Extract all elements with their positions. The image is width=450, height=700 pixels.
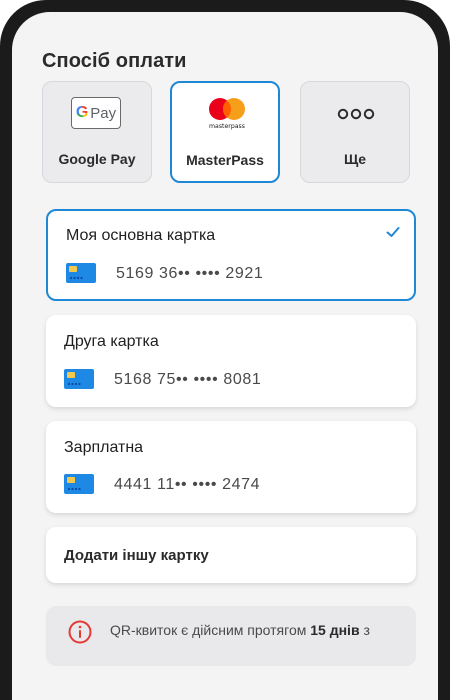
- card-item-main[interactable]: Моя основна картка 5169 36•• •••• 2921: [46, 209, 416, 301]
- google-pay-logo: G Pay: [71, 97, 121, 129]
- credit-card-icon: [66, 263, 96, 283]
- credit-card-icon: [64, 474, 94, 494]
- card-name: Моя основна картка: [66, 227, 216, 244]
- info-icon: [68, 620, 92, 644]
- more-dots-icon: [337, 108, 375, 120]
- payment-method-label: MasterPass: [186, 152, 264, 168]
- add-card-label: Додати іншу картку: [64, 547, 209, 564]
- payment-method-more[interactable]: Ще: [300, 81, 410, 183]
- page-title: Спосіб оплати: [42, 50, 187, 72]
- masterpass-logo: masterpass: [209, 98, 245, 130]
- qr-validity-notice: QR-квиток є дійсним протягом 15 днів з: [46, 606, 416, 666]
- check-icon: [386, 227, 400, 237]
- card-number: 4441 11•• •••• 2474: [114, 476, 261, 493]
- credit-card-icon: [64, 369, 94, 389]
- phone-frame: Спосіб оплати G Pay Google Pay masterpas…: [0, 0, 450, 700]
- payment-method-label: Google Pay: [58, 151, 136, 167]
- card-name: Зарплатна: [64, 439, 144, 456]
- card-number: 5168 75•• •••• 8081: [114, 371, 262, 388]
- card-item-salary[interactable]: Зарплатна 4441 11•• •••• 2474: [46, 421, 416, 513]
- svg-text:masterpass: masterpass: [209, 123, 245, 130]
- card-name: Друга картка: [64, 333, 159, 350]
- payment-method-label: Ще: [343, 151, 367, 167]
- payment-method-masterpass[interactable]: masterpass MasterPass: [170, 81, 280, 183]
- card-number: 5169 36•• •••• 2921: [116, 265, 264, 282]
- payment-method-google-pay[interactable]: G Pay Google Pay: [42, 81, 152, 183]
- card-item-second[interactable]: Друга картка 5168 75•• •••• 8081: [46, 315, 416, 407]
- add-card-button[interactable]: Додати іншу картку: [46, 527, 416, 583]
- payment-screen: Спосіб оплати G Pay Google Pay masterpas…: [12, 12, 438, 700]
- notice-text: QR-квиток є дійсним протягом 15 днів з: [110, 622, 370, 638]
